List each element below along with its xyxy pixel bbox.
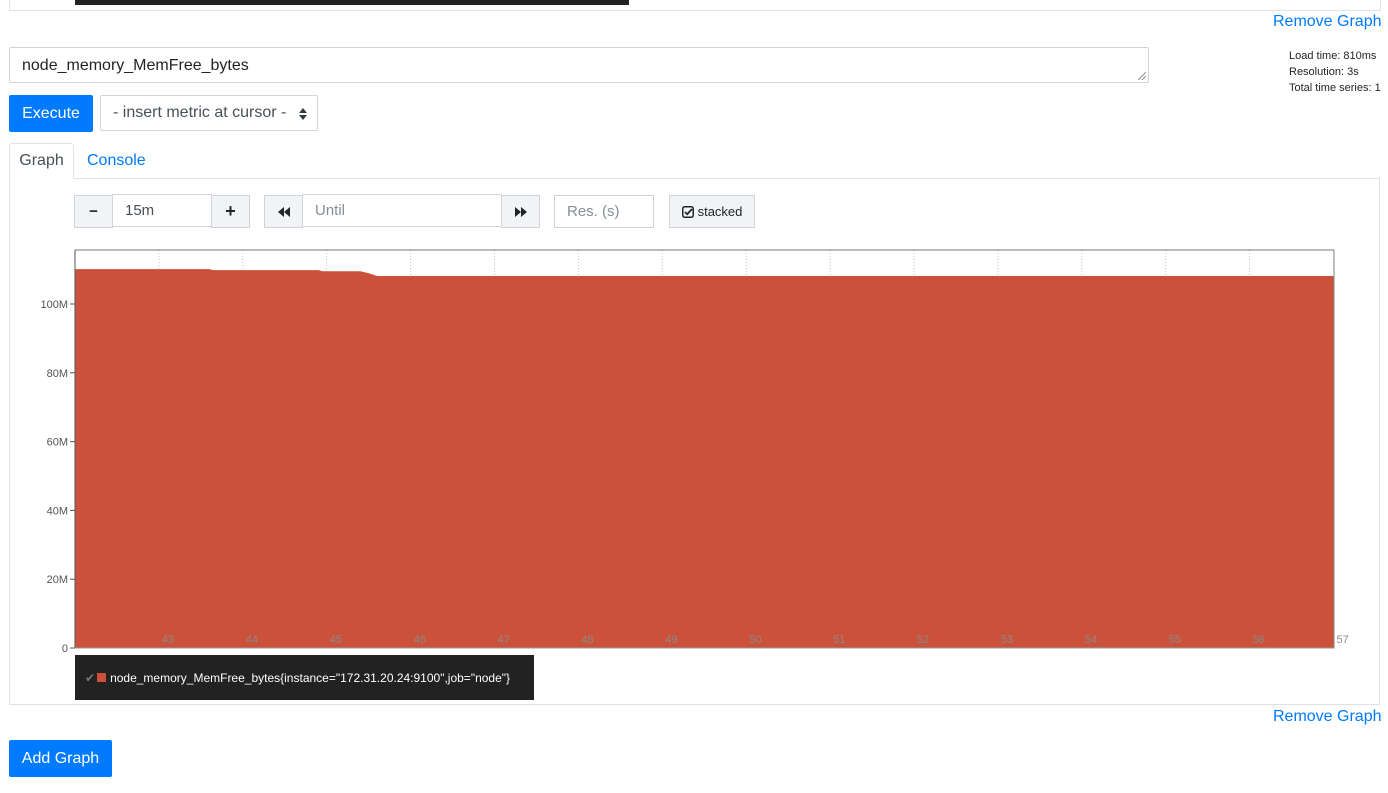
range-value: 15m [125,202,155,219]
graph-chart[interactable]: 0 20M 40M 60M 80M 100M 43 44 45 46 47 48 49 50 51 52 53… [0,240,1388,660]
series-area [74,269,1335,649]
legend-swatch [97,673,107,682]
y-axis-ticks: 0 20M 40M 60M 80M 100M [40,299,75,655]
x-tick-label: 44 [246,634,258,646]
tab-console[interactable]: Console [87,152,146,170]
x-tick-label: 48 [581,634,593,646]
expression-input[interactable]: node_memory_MemFree_bytes [9,47,1149,83]
tab-graph[interactable]: Graph [9,143,74,179]
x-tick-label: 51 [833,634,845,646]
x-tick-label: 46 [414,634,426,646]
y-tick-label: 100M [40,299,68,311]
resolution: Resolution: 3s [1289,66,1359,78]
until-placeholder: Until [315,202,346,219]
add-graph-button[interactable]: Add Graph [9,740,112,777]
y-tick-label: 0 [62,643,68,655]
plus-icon: + [225,201,236,221]
x-tick-label: 47 [498,634,510,646]
forward-icon [514,206,527,217]
step-forward-button[interactable] [501,195,540,228]
x-tick-label: 49 [665,634,677,646]
decrease-range-button[interactable]: − [74,195,113,228]
query-stats: Load time: 810ms Resolution: 3s Total ti… [1289,48,1381,96]
resolution-input[interactable]: Res. (s) [554,195,654,228]
x-tick-label: 55 [1169,634,1181,646]
x-tick-label: 43 [162,634,174,646]
x-tick-label: 56 [1253,634,1265,646]
y-tick-label: 40M [47,505,68,517]
x-tick-label: 57 [1337,634,1349,646]
chart-series-area [74,269,1335,649]
select-arrows-icon [299,108,307,120]
increase-range-button[interactable]: + [211,195,250,228]
legend-check-icon[interactable]: ✔ [85,671,95,685]
y-tick-label: 80M [47,368,68,380]
execute-button[interactable]: Execute [9,95,93,132]
x-tick-label: 45 [330,634,342,646]
chart-legend: ✔ node_memory_MemFree_bytes{instance="17… [75,655,534,700]
stacked-label: stacked [697,204,743,219]
remove-graph-link[interactable]: Remove Graph [1273,708,1382,726]
load-time: Load time: 810ms [1289,50,1377,62]
resolution-placeholder: Res. (s) [567,203,620,220]
x-tick-label: 50 [749,634,761,646]
legend-series-label[interactable]: node_memory_MemFree_bytes{instance="172.… [110,671,510,685]
x-axis-ticks: 43 44 45 46 47 48 49 50 51 52 53 54 55 56 57 [162,634,1349,646]
stacked-toggle-button[interactable]: stacked [669,195,755,228]
minus-icon: − [89,203,98,220]
expression-text: node_memory_MemFree_bytes [22,57,249,74]
y-tick-label: 60M [47,437,68,449]
metric-select-value: - insert metric at cursor - [113,104,287,121]
remove-graph-link-top[interactable]: Remove Graph [1273,13,1382,31]
y-tick-label: 20M [47,574,68,586]
x-tick-label: 52 [917,634,929,646]
x-tick-label: 54 [1085,634,1097,646]
metric-select[interactable]: - insert metric at cursor - [100,95,318,131]
total-time-series: Total time series: 1 [1289,82,1381,94]
resize-handle-icon[interactable] [1138,72,1146,80]
x-tick-label: 53 [1001,634,1013,646]
step-back-button[interactable] [264,195,303,228]
checkbox-checked-icon [681,205,694,218]
previous-graph-legend [75,0,629,5]
backward-icon [277,206,290,217]
range-input[interactable]: 15m [112,194,212,227]
until-input[interactable]: Until [302,194,502,227]
